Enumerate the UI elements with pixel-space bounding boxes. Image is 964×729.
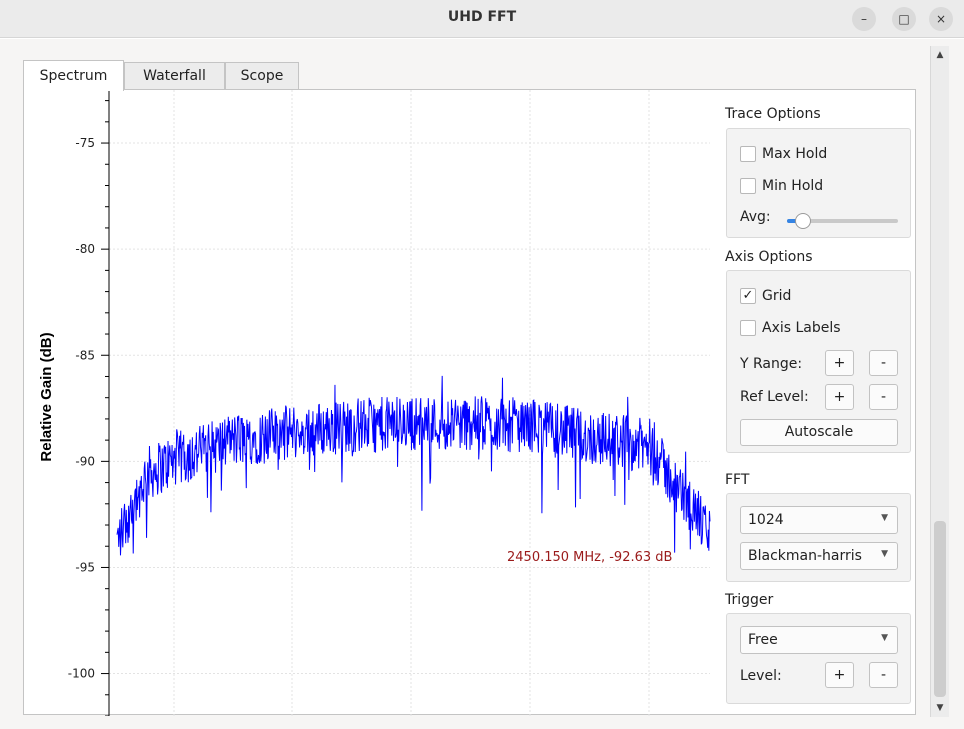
chevron-down-icon: ▼ bbox=[881, 549, 888, 559]
avg-label: Avg: bbox=[740, 209, 771, 225]
maximize-button[interactable]: □ bbox=[892, 7, 916, 31]
fft-group: 1024 ▼ Blackman-harris ▼ bbox=[726, 493, 911, 582]
trace-options-group: Max Hold Min Hold Avg: bbox=[726, 128, 911, 238]
max-hold-checkbox[interactable]: Max Hold bbox=[740, 146, 827, 162]
axis-options-group: ✓ Grid Axis Labels Y Range: + - Ref Leve… bbox=[726, 270, 911, 453]
y-tick-label: -80 bbox=[75, 242, 95, 256]
scroll-down-icon[interactable]: ▼ bbox=[931, 699, 949, 717]
y-axis-label: Relative Gain (dB) bbox=[38, 332, 55, 461]
spectrum-trace bbox=[116, 375, 711, 556]
avg-slider[interactable] bbox=[787, 213, 898, 229]
avg-label-row: Avg: bbox=[740, 209, 771, 225]
axis-labels-label: Axis Labels bbox=[762, 320, 841, 336]
trigger-level-plus-button[interactable]: + bbox=[825, 662, 854, 688]
chevron-down-icon: ▼ bbox=[881, 633, 888, 643]
min-hold-checkbox[interactable]: Min Hold bbox=[740, 178, 823, 194]
ref-level-plus-button[interactable]: + bbox=[825, 384, 854, 410]
grid-label: Grid bbox=[762, 288, 792, 304]
tab-spectrum[interactable]: Spectrum bbox=[23, 60, 124, 91]
close-button[interactable]: × bbox=[929, 7, 953, 31]
axis-labels-box[interactable] bbox=[740, 320, 756, 336]
trigger-group: Free ▼ Level: + - bbox=[726, 613, 911, 704]
y-axis: -75 -80 -85 -90 -95 -100 bbox=[68, 90, 110, 716]
trigger-mode-dropdown[interactable]: Free ▼ bbox=[740, 626, 898, 654]
trace-options-title: Trace Options bbox=[725, 106, 821, 122]
fft-window-value: Blackman-harris bbox=[748, 548, 862, 564]
y-range-minus-button[interactable]: - bbox=[869, 350, 898, 376]
max-hold-label: Max Hold bbox=[762, 146, 828, 162]
max-hold-box[interactable] bbox=[740, 146, 756, 162]
spectrum-chart: -75 -80 -85 -90 -95 -100 Relative Gain (dB) 2… bbox=[38, 90, 711, 716]
ref-level-label: Ref Level: bbox=[740, 389, 809, 405]
main-content: Spectrum Waterfall Scope -75 -80 -85 -90 -95… bbox=[0, 39, 964, 729]
tab-scope[interactable]: Scope bbox=[225, 62, 299, 90]
fft-size-value: 1024 bbox=[748, 512, 784, 528]
min-hold-box[interactable] bbox=[740, 178, 756, 194]
close-icon: × bbox=[935, 12, 947, 26]
ref-level-row: Ref Level: bbox=[740, 389, 809, 405]
tab-waterfall[interactable]: Waterfall bbox=[124, 62, 225, 90]
window-title: UHD FFT bbox=[447, 9, 517, 25]
y-tick-label: -100 bbox=[68, 667, 95, 681]
y-range-plus-button[interactable]: + bbox=[825, 350, 854, 376]
axis-labels-checkbox[interactable]: Axis Labels bbox=[740, 320, 841, 336]
maximize-icon: □ bbox=[898, 12, 910, 26]
axis-options-title: Axis Options bbox=[725, 249, 813, 265]
trigger-level-row: Level: bbox=[740, 668, 782, 684]
minimize-button[interactable]: – bbox=[852, 7, 876, 31]
min-hold-label: Min Hold bbox=[762, 178, 824, 194]
minimize-icon: – bbox=[861, 12, 867, 26]
title-bar: UHD FFT – □ × bbox=[0, 0, 964, 38]
trigger-level-minus-button[interactable]: - bbox=[869, 662, 898, 688]
trigger-title: Trigger bbox=[725, 592, 774, 608]
vertical-scrollbar[interactable]: ▲ ▼ bbox=[930, 46, 949, 717]
y-tick-label: -90 bbox=[75, 454, 95, 468]
y-range-label: Y Range: bbox=[740, 356, 803, 372]
spectrum-panel: -75 -80 -85 -90 -95 -100 Relative Gain (dB) 2… bbox=[23, 89, 917, 716]
fft-size-dropdown[interactable]: 1024 ▼ bbox=[740, 506, 898, 534]
control-sidebar: Trace Options Max Hold Min Hold Avg: Axi… bbox=[724, 90, 917, 716]
fft-title: FFT bbox=[725, 472, 750, 488]
avg-slider-handle[interactable] bbox=[794, 213, 811, 229]
spectrum-plot[interactable]: -75 -80 -85 -90 -95 -100 Relative Gain (dB) 2… bbox=[24, 90, 724, 716]
grid-checkbox[interactable]: ✓ Grid bbox=[740, 288, 791, 304]
scroll-up-icon[interactable]: ▲ bbox=[931, 46, 949, 64]
trigger-mode-value: Free bbox=[748, 632, 778, 648]
y-range-row: Y Range: bbox=[740, 356, 802, 372]
trigger-level-label: Level: bbox=[740, 668, 782, 684]
autoscale-button[interactable]: Autoscale bbox=[740, 419, 898, 446]
y-tick-label: -75 bbox=[75, 136, 95, 150]
ref-level-minus-button[interactable]: - bbox=[869, 384, 898, 410]
chevron-down-icon: ▼ bbox=[881, 513, 888, 523]
scrollbar-thumb[interactable] bbox=[934, 521, 946, 697]
marker-readout: 2450.150 MHz, -92.63 dB bbox=[507, 550, 672, 565]
grid-check-icon[interactable]: ✓ bbox=[740, 288, 756, 304]
fft-window-dropdown[interactable]: Blackman-harris ▼ bbox=[740, 542, 898, 570]
y-tick-label: -85 bbox=[75, 348, 95, 362]
y-tick-label: -95 bbox=[75, 560, 95, 574]
